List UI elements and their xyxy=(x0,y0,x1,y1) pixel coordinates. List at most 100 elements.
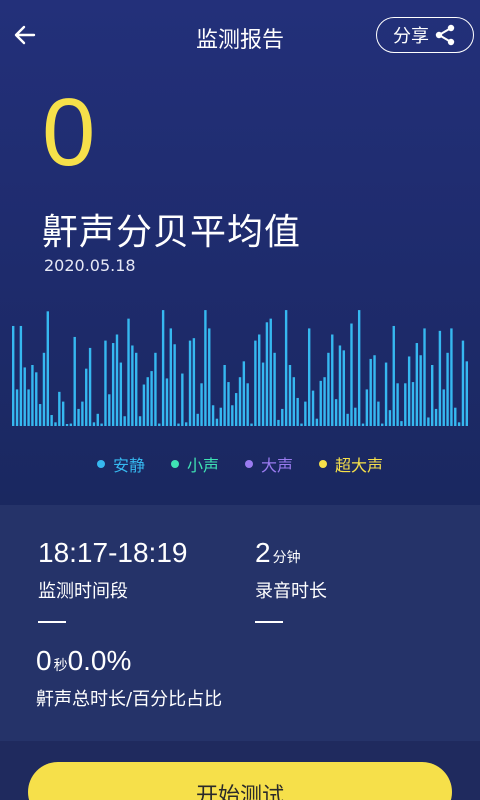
chart-bar xyxy=(54,422,57,426)
chart-bar xyxy=(250,423,253,426)
chart-bar xyxy=(184,422,188,426)
chart-bar xyxy=(238,377,242,426)
chart-bar xyxy=(384,362,388,426)
chart-bar xyxy=(73,336,76,426)
chart-bar xyxy=(231,405,234,426)
chart-bar xyxy=(108,394,111,426)
chart-bar xyxy=(211,405,215,426)
chart-bar xyxy=(135,352,138,426)
chart-bar xyxy=(423,328,426,426)
chart-bar xyxy=(334,399,338,426)
chart-bar xyxy=(223,365,226,426)
legend-label-very-loud: 超大声 xyxy=(335,456,384,475)
chart-bar xyxy=(15,389,19,426)
chart-bar xyxy=(192,338,196,426)
chart-bar xyxy=(146,377,149,426)
chart-bar xyxy=(65,424,69,426)
chart-bar xyxy=(169,328,173,426)
chart-bar xyxy=(119,362,123,426)
chart-bar xyxy=(165,378,169,426)
chart-bar xyxy=(307,328,311,426)
average-decibel-value: 0 xyxy=(42,79,96,186)
chart-bar xyxy=(204,310,207,426)
chart-bar xyxy=(254,340,257,426)
chart-bar xyxy=(365,389,369,426)
legend-item-very-loud: 超大声 xyxy=(319,452,383,476)
report-date: 2020.05.18 xyxy=(44,256,136,275)
chart-bar xyxy=(227,382,230,426)
legend-dot-soft xyxy=(170,460,179,468)
chart-bar xyxy=(415,343,419,426)
chart-bar xyxy=(373,355,376,426)
chart-bar xyxy=(273,352,276,426)
snore-total-label: 鼾声总时长/百分比占比 xyxy=(36,689,223,710)
chart-bar xyxy=(388,410,392,426)
chart-bar xyxy=(35,372,38,426)
chart-bar xyxy=(58,391,61,426)
legend-dot-very-loud xyxy=(319,460,328,468)
chart-bar xyxy=(311,390,315,426)
time-range-label: 监测时间段 xyxy=(38,581,128,602)
chart-bar xyxy=(96,413,99,426)
chart-bar xyxy=(304,401,307,426)
chart-bar xyxy=(319,380,322,426)
chart-bar xyxy=(42,352,46,426)
chart-bar xyxy=(104,340,107,426)
chart-bar xyxy=(88,347,92,426)
chart-bar xyxy=(269,318,272,426)
chart-bar xyxy=(154,352,157,426)
chart-bar xyxy=(92,422,96,426)
chart-bar xyxy=(461,340,465,426)
start-test-button[interactable]: 开始测试 xyxy=(28,762,452,800)
chart-bar xyxy=(338,345,342,426)
share-button[interactable]: 分享 xyxy=(376,17,474,53)
duration-value-group: 2 分钟 xyxy=(255,537,301,569)
chart-bar xyxy=(431,365,434,426)
divider-dash xyxy=(38,621,66,623)
chart-bar xyxy=(85,368,88,426)
chart-bar xyxy=(81,401,84,426)
legend-dot-loud xyxy=(245,460,253,468)
chart-bar xyxy=(465,361,468,426)
chart-bar xyxy=(277,419,280,426)
snore-seconds: 0 xyxy=(36,645,52,676)
chart-bar xyxy=(219,407,222,426)
chart-bar xyxy=(100,423,103,426)
chart-bar xyxy=(31,365,34,426)
chart-bar xyxy=(450,328,453,426)
chart-bar xyxy=(161,310,165,426)
chart-bar xyxy=(61,401,65,426)
snore-total-group: 0 秒0.0% xyxy=(36,645,131,677)
legend-item-soft: 小声 xyxy=(170,452,219,476)
snore-decibel-chart xyxy=(12,310,468,426)
chart-bar xyxy=(234,393,238,426)
chart-bar xyxy=(331,334,334,426)
legend-label-loud: 大声 xyxy=(261,456,294,475)
share-icon xyxy=(435,24,455,46)
chart-bar xyxy=(400,421,403,426)
chart-bar xyxy=(434,408,438,426)
chart-bar xyxy=(77,408,80,426)
chart-bar xyxy=(188,340,192,426)
chart-bar xyxy=(369,358,372,426)
snore-seconds-unit: 秒 xyxy=(53,657,68,673)
chart-bar xyxy=(158,423,161,426)
chart-bar xyxy=(411,382,415,426)
chart-bar xyxy=(315,418,319,426)
chart-bar xyxy=(350,323,353,426)
chart-bar xyxy=(377,401,380,426)
chart-bar xyxy=(50,415,53,426)
chart-bar xyxy=(327,352,330,426)
chart-bar xyxy=(281,408,284,426)
chart-bar xyxy=(242,361,246,426)
chart-bar xyxy=(215,418,219,426)
chart-bar xyxy=(138,416,142,426)
legend-label-quiet: 安静 xyxy=(112,456,145,475)
chart-bar xyxy=(407,356,411,426)
chart-bar xyxy=(27,389,30,426)
snore-percent: 0.0% xyxy=(67,645,132,676)
chart-bar xyxy=(346,413,349,426)
chart-bar xyxy=(200,383,203,426)
share-label: 分享 xyxy=(393,26,429,47)
chart-bar xyxy=(361,423,365,426)
